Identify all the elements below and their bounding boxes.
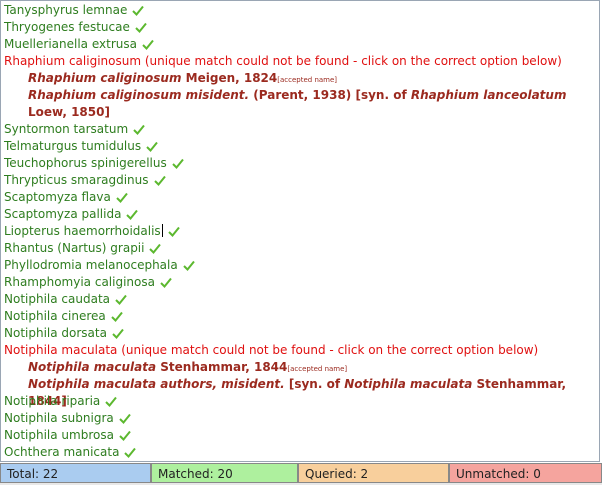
list-item: Rhantus (Nartus) grapii	[4, 240, 599, 257]
option-name: Rhaphium caliginosum	[28, 71, 182, 85]
option-name: Notiphila maculata	[28, 360, 157, 374]
list-item: Thryogenes festucae	[4, 19, 599, 36]
list-item: Syntormon tarsatum	[4, 121, 599, 138]
match-option[interactable]: Notiphila maculata Stenhammar, 1844[acce…	[4, 359, 599, 376]
text-cursor	[161, 224, 163, 237]
list-item: Scaptomyza flava	[4, 189, 599, 206]
option-author: [syn. of	[288, 377, 341, 391]
species-list: Tanysphyrus lemnae Thryogenes festucae M…	[1, 1, 599, 461]
species-name: Teuchophorus spinigerellus	[4, 156, 167, 170]
list-item: Tanysphyrus lemnae	[4, 2, 599, 19]
option-author: Stenhammar, 1844	[160, 360, 288, 374]
list-item: Ochthera manicata	[4, 444, 599, 461]
list-item: Notiphila umbrosa	[4, 427, 599, 444]
option-name: Notiphila maculata authors, misident.	[28, 377, 285, 391]
species-name: Rhamphomyia caliginosa	[4, 275, 155, 289]
list-item: Phyllodromia melanocephala	[4, 257, 599, 274]
option-author: Meigen, 1824	[185, 71, 278, 85]
list-item: Rhamphomyia caliginosa	[4, 274, 599, 291]
species-name: Rhantus (Nartus) grapii	[4, 241, 145, 255]
list-item: Liopterus haemorrhoidalis	[4, 223, 599, 240]
list-item: Muellerianella extrusa	[4, 36, 599, 53]
match-option[interactable]: Rhaphium caliginosum Meigen, 1824[accept…	[4, 70, 599, 87]
species-name: Scaptomyza flava	[4, 190, 111, 204]
check-icon	[183, 259, 195, 276]
match-option[interactable]: Rhaphium caliginosum misident. (Parent, …	[4, 87, 599, 121]
species-name: Scaptomyza pallida	[4, 207, 122, 221]
species-name: Thrypticus smaragdinus	[4, 173, 149, 187]
list-item: Notiphila subnigra	[4, 410, 599, 427]
list-item: Telmaturgus tumidulus	[4, 138, 599, 155]
species-name: Thryogenes festucae	[4, 20, 130, 34]
accepted-tag: [accepted name]	[287, 365, 348, 373]
matched-count: Matched: 20	[151, 463, 298, 483]
species-name: Notiphila cinerea	[4, 309, 106, 323]
list-item: Notiphila cinerea	[4, 308, 599, 325]
check-icon	[160, 276, 172, 293]
species-name: Syntormon tarsatum	[4, 122, 129, 136]
check-icon	[124, 446, 137, 461]
species-name: Phyllodromia melanocephala	[4, 258, 178, 272]
total-count: Total: 22	[0, 463, 151, 483]
synonym-name: Rhaphium lanceolatum	[410, 88, 567, 102]
check-icon	[167, 225, 180, 242]
match-option[interactable]: Notiphila maculata authors, misident. [s…	[4, 376, 599, 408]
species-name: Notiphila dorsata	[4, 326, 107, 340]
list-item: Notiphila caudata	[4, 291, 599, 308]
synonym-name: Notiphila maculata	[344, 377, 473, 391]
species-name: Notiphila caudata	[4, 292, 111, 306]
list-item: Notiphila riparia	[4, 393, 599, 410]
synonym-author: Loew, 1850]	[28, 105, 110, 119]
list-item: Thrypticus smaragdinus	[4, 172, 599, 189]
species-name: Notiphila subnigra	[4, 411, 114, 425]
species-name: Liopterus haemorrhoidalis	[4, 224, 161, 238]
unmatched-notice: Notiphila maculata (unique match could n…	[4, 343, 539, 357]
species-name: Ochthera manicata	[4, 445, 120, 459]
species-name: Notiphila riparia	[4, 394, 101, 408]
species-name: Tanysphyrus lemnae	[4, 3, 128, 17]
species-name: Notiphila umbrosa	[4, 428, 114, 442]
accepted-tag: [accepted name]	[277, 76, 338, 84]
unmatched-count: Unmatched: 0	[449, 463, 602, 483]
list-item: Scaptomyza pallida	[4, 206, 599, 223]
list-item: Notiphila dorsata	[4, 325, 599, 342]
queried-count: Queried: 2	[298, 463, 449, 483]
option-name: Rhaphium caliginosum misident.	[28, 88, 250, 102]
unmatched-notice: Rhaphium caliginosum (unique match could…	[4, 54, 562, 68]
list-item: Teuchophorus spinigerellus	[4, 155, 599, 172]
status-bar: Total: 22 Matched: 20 Queried: 2 Unmatch…	[0, 463, 602, 483]
option-author: (Parent, 1938) [syn. of	[253, 88, 407, 102]
check-icon	[153, 174, 166, 191]
check-icon	[172, 157, 184, 174]
species-name: Muellerianella extrusa	[4, 37, 137, 51]
results-panel[interactable]: Tanysphyrus lemnae Thryogenes festucae M…	[0, 0, 600, 462]
species-name: Telmaturgus tumidulus	[4, 139, 142, 153]
